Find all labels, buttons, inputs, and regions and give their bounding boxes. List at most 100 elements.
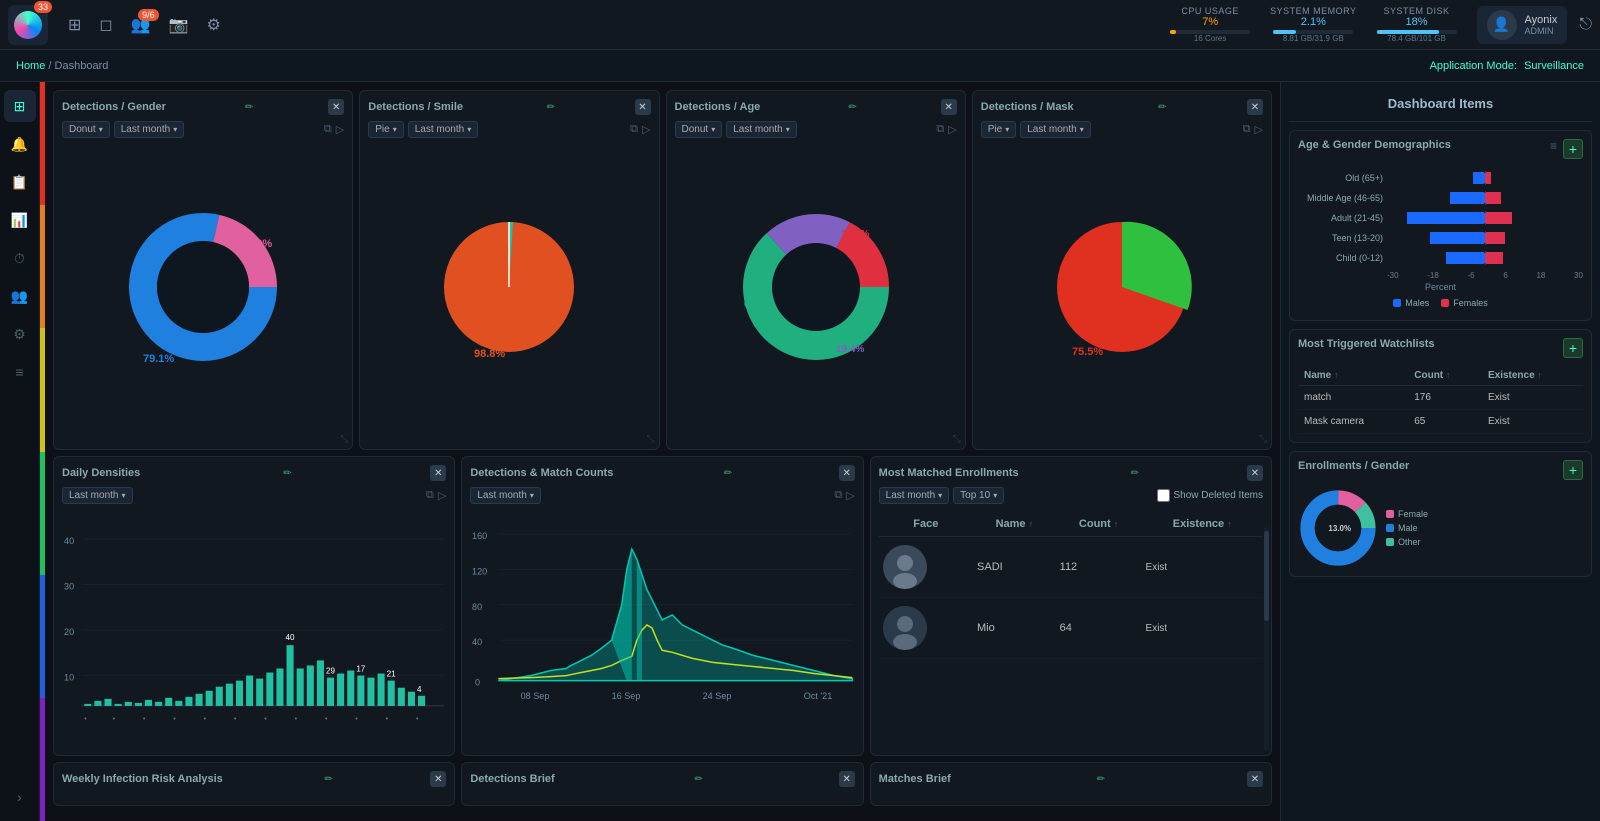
- daily-copy-icon[interactable]: ⧉: [426, 489, 434, 502]
- detections-copy-icon[interactable]: ⧉: [834, 489, 842, 502]
- panel-det-brief-close[interactable]: ✕: [839, 771, 855, 787]
- age-export-icon[interactable]: ▷: [948, 123, 956, 136]
- user-info: Ayonix ADMIN: [1525, 14, 1558, 36]
- mask-export-icon[interactable]: ▷: [1255, 123, 1263, 136]
- show-deleted-checkbox[interactable]: [1157, 489, 1170, 502]
- panel-mask-title: Detections / Mask: [981, 101, 1074, 113]
- panel-daily-title: Daily Densities: [62, 467, 140, 479]
- enrollments-add-btn[interactable]: +: [1563, 460, 1583, 480]
- panel-match-brief-close[interactable]: ✕: [1247, 771, 1263, 787]
- matched-period-dropdown[interactable]: Last month: [879, 487, 950, 504]
- panel-age-close[interactable]: ✕: [941, 99, 957, 115]
- mask-chart-type-dropdown[interactable]: Pie: [981, 121, 1016, 138]
- wl-count-sort[interactable]: ↑: [1446, 370, 1451, 380]
- breadcrumb-current: Dashboard: [55, 60, 109, 72]
- bar-female-adult: [1485, 212, 1512, 224]
- nav-camera-icon[interactable]: 📷: [169, 15, 189, 35]
- breadcrumb-home[interactable]: Home: [16, 60, 45, 72]
- app-mode-label: Application Mode:: [1430, 60, 1517, 72]
- smile-export-icon[interactable]: ▷: [642, 123, 650, 136]
- logo[interactable]: 33: [8, 5, 48, 45]
- svg-text:160: 160: [472, 531, 487, 541]
- legend-female-label2: Female: [1398, 509, 1428, 519]
- sidebar-item-analytics[interactable]: 📊: [4, 204, 36, 236]
- daily-export-icon[interactable]: ▷: [438, 489, 446, 502]
- panel-match-brief-edit-icon[interactable]: ✏: [1097, 774, 1105, 785]
- mask-panel-icons: ⧉ ▷: [1243, 123, 1263, 136]
- panel-smile-controls: Pie Last month ⧉ ▷: [368, 121, 650, 138]
- table-row: Mask camera 65 Exist: [1298, 410, 1583, 434]
- wl-count-1: 176: [1408, 386, 1482, 410]
- sidebar-item-more[interactable]: ≡: [4, 356, 36, 388]
- scroll-thumb[interactable]: [1264, 531, 1269, 621]
- sidebar-item-expand[interactable]: ›: [4, 781, 36, 813]
- bar-female-old: [1485, 172, 1491, 184]
- panel-age: Detections / Age ✏ ✕ Donut Last month ⧉ …: [666, 90, 966, 450]
- nav-file-icon[interactable]: ◻: [99, 15, 112, 35]
- smile-copy-icon[interactable]: ⧉: [630, 123, 638, 136]
- sidebar-item-settings[interactable]: ⚙: [4, 318, 36, 350]
- name-sort-icon[interactable]: ↑: [1029, 519, 1034, 529]
- cpu-stat: CPU USAGE 7% 16 Cores: [1170, 6, 1250, 43]
- existence-sort-icon[interactable]: ↑: [1227, 519, 1232, 529]
- smile-period-dropdown[interactable]: Last month: [408, 121, 479, 138]
- avatar-sadi: [883, 545, 927, 589]
- nav-people-icon[interactable]: 👥 9/6: [131, 15, 151, 35]
- age-chart-type-dropdown[interactable]: Donut: [675, 121, 723, 138]
- smile-chart-type-dropdown[interactable]: Pie: [368, 121, 403, 138]
- watchlists-add-btn[interactable]: +: [1563, 338, 1583, 358]
- watchlists-table: Name ↑ Count ↑ Existence ↑ match 176 Exi…: [1298, 366, 1583, 434]
- sidebar-item-users[interactable]: 👥: [4, 280, 36, 312]
- count-sort-icon[interactable]: ↑: [1114, 519, 1119, 529]
- nav-settings-icon[interactable]: ⚙: [207, 15, 221, 35]
- sidebar-item-history[interactable]: ⏱: [4, 242, 36, 274]
- panel-mask-edit-icon[interactable]: ✏: [1158, 102, 1166, 113]
- panel-daily-close[interactable]: ✕: [430, 465, 446, 481]
- gender-copy-icon[interactable]: ⧉: [324, 123, 332, 136]
- sidebar-item-dashboard[interactable]: ⊞: [4, 90, 36, 122]
- age-row-adult: Adult (21-45): [1298, 211, 1583, 225]
- detections-period-dropdown[interactable]: Last month: [470, 487, 541, 504]
- demographics-menu-icon[interactable]: ≡: [1550, 139, 1557, 159]
- panel-gender-edit-icon[interactable]: ✏: [245, 102, 253, 113]
- age-copy-icon[interactable]: ⧉: [936, 123, 944, 136]
- sidebar-item-reports[interactable]: 📋: [4, 166, 36, 198]
- wl-existence-sort[interactable]: ↑: [1537, 370, 1542, 380]
- panel-smile-edit-icon[interactable]: ✏: [547, 102, 555, 113]
- logout-icon[interactable]: ⎋: [1579, 16, 1592, 34]
- panel-age-edit-icon[interactable]: ✏: [848, 102, 856, 113]
- mask-copy-icon[interactable]: ⧉: [1243, 123, 1251, 136]
- demographics-add-btn[interactable]: +: [1563, 139, 1583, 159]
- user-name: Ayonix: [1525, 14, 1558, 26]
- logo-badge: 33: [34, 1, 52, 13]
- panel-detections-close[interactable]: ✕: [839, 465, 855, 481]
- gender-period-dropdown[interactable]: Last month: [114, 121, 185, 138]
- daily-period-dropdown[interactable]: Last month: [62, 487, 133, 504]
- user-area[interactable]: 👤 Ayonix ADMIN: [1477, 6, 1568, 44]
- panel-daily-edit-icon[interactable]: ✏: [283, 468, 291, 479]
- sidebar-item-alerts[interactable]: 🔔: [4, 128, 36, 160]
- svg-text:Oct '21: Oct '21: [804, 691, 833, 701]
- x-axis-labels: -30 -18 -6 6 18 30: [1298, 271, 1583, 280]
- panel-matched-edit-icon[interactable]: ✏: [1131, 468, 1139, 479]
- breadcrumb: Home / Dashboard: [16, 60, 108, 72]
- svg-text:0: 0: [475, 678, 480, 688]
- panel-gender-close[interactable]: ✕: [328, 99, 344, 115]
- matched-face-1: [879, 537, 973, 598]
- avatar-mio-image: [883, 606, 927, 650]
- age-period-dropdown[interactable]: Last month: [726, 121, 797, 138]
- wl-name-sort[interactable]: ↑: [1334, 370, 1339, 380]
- panel-weekly-edit-icon[interactable]: ✏: [324, 774, 332, 785]
- panel-weekly-close[interactable]: ✕: [430, 771, 446, 787]
- detections-export-icon[interactable]: ▷: [846, 489, 854, 502]
- panel-detections-edit-icon[interactable]: ✏: [724, 468, 732, 479]
- panel-mask-close[interactable]: ✕: [1247, 99, 1263, 115]
- panel-smile-close[interactable]: ✕: [635, 99, 651, 115]
- nav-grid-icon[interactable]: ⊞: [68, 15, 81, 35]
- panel-matched-close[interactable]: ✕: [1247, 465, 1263, 481]
- matched-top-dropdown[interactable]: Top 10: [953, 487, 1004, 504]
- mask-period-dropdown[interactable]: Last month: [1020, 121, 1091, 138]
- gender-chart-type-dropdown[interactable]: Donut: [62, 121, 110, 138]
- panel-det-brief-edit-icon[interactable]: ✏: [694, 774, 702, 785]
- gender-export-icon[interactable]: ▷: [336, 123, 344, 136]
